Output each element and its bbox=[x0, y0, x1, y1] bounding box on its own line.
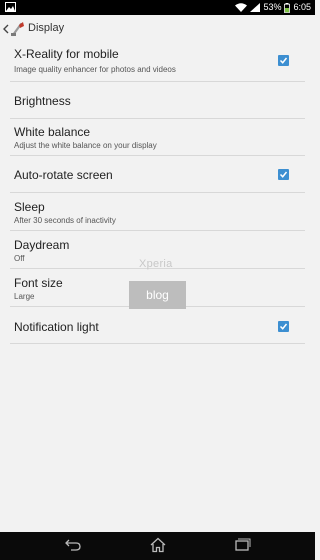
home-icon bbox=[150, 537, 166, 553]
setting-title: Sleep bbox=[14, 200, 45, 214]
setting-subtitle: Image quality enhancer for photos and vi… bbox=[14, 65, 176, 74]
setting-title: Notification light bbox=[14, 320, 99, 334]
setting-auto-rotate[interactable]: Auto-rotate screen bbox=[10, 156, 305, 193]
battery-icon bbox=[284, 2, 291, 13]
recents-button[interactable] bbox=[232, 537, 252, 555]
setting-white-balance[interactable]: White balance Adjust the white balance o… bbox=[10, 119, 305, 156]
watermark-badge: blog bbox=[129, 281, 186, 309]
setting-subtitle: Off bbox=[14, 254, 25, 263]
auto-rotate-checkbox[interactable] bbox=[278, 169, 289, 180]
setting-title: X-Reality for mobile bbox=[14, 47, 119, 61]
back-icon bbox=[65, 539, 81, 551]
back-chevron-icon[interactable] bbox=[3, 24, 9, 34]
navigation-bar bbox=[0, 532, 315, 560]
setting-title: Brightness bbox=[14, 94, 71, 108]
check-icon bbox=[279, 57, 288, 64]
status-bar: 53% 6:05 bbox=[0, 0, 315, 15]
signal-icon bbox=[250, 3, 261, 12]
setting-title: Font size bbox=[14, 276, 63, 290]
setting-title: Daydream bbox=[14, 238, 70, 252]
check-icon bbox=[279, 171, 288, 178]
check-icon bbox=[279, 323, 288, 330]
setting-title: White balance bbox=[14, 125, 91, 139]
wifi-icon bbox=[235, 3, 248, 12]
back-button[interactable] bbox=[63, 537, 83, 555]
page-title: Display bbox=[28, 22, 65, 34]
notification-light-checkbox[interactable] bbox=[278, 321, 289, 332]
display-settings-icon[interactable] bbox=[10, 20, 26, 38]
battery-percent: 53% bbox=[263, 2, 282, 12]
setting-subtitle: Large bbox=[14, 292, 35, 301]
setting-sleep[interactable]: Sleep After 30 seconds of inactivity bbox=[10, 193, 305, 231]
setting-notification-light[interactable]: Notification light bbox=[10, 307, 305, 344]
setting-title: Auto-rotate screen bbox=[14, 168, 113, 182]
watermark-text: Xperia bbox=[139, 258, 173, 270]
setting-brightness[interactable]: Brightness bbox=[10, 82, 305, 119]
setting-subtitle: Adjust the white balance on your display bbox=[14, 141, 157, 150]
x-reality-checkbox[interactable] bbox=[278, 55, 289, 66]
setting-subtitle: After 30 seconds of inactivity bbox=[14, 216, 116, 225]
recents-icon bbox=[235, 538, 251, 551]
action-bar: Display bbox=[0, 15, 315, 43]
image-icon bbox=[5, 2, 16, 12]
clock: 6:05 bbox=[293, 2, 311, 12]
setting-x-reality[interactable]: X-Reality for mobile Image quality enhan… bbox=[10, 43, 305, 82]
home-button[interactable] bbox=[148, 537, 168, 555]
